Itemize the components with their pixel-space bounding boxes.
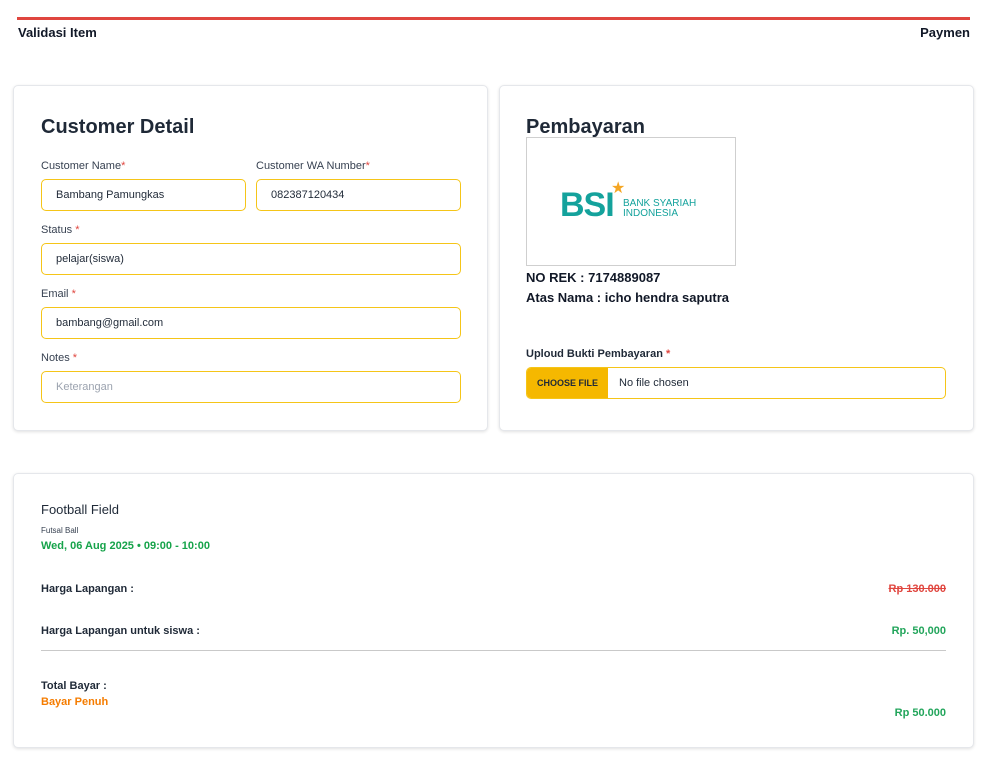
customer-name-input[interactable]: Bambang Pamungkas [41,179,246,211]
notes-input[interactable]: Keterangan [41,371,461,403]
field-name: Football Field [41,502,120,517]
customer-detail-card: Customer Detail Customer Name* Bambang P… [13,85,488,431]
email-label: Email * [41,288,76,300]
customer-name-label: Customer Name* [41,160,126,172]
total-bayar-value: Rp 50.000 [894,707,946,719]
harga-siswa-value: Rp. 50,000 [891,625,946,637]
file-status-text: No file chosen [619,377,689,389]
status-input[interactable]: pelajar(siswa) [41,243,461,275]
summary-divider [41,650,946,651]
account-holder: Atas Nama : icho hendra saputra [526,290,729,305]
notes-label: Notes * [41,352,78,364]
customer-detail-title: Customer Detail [41,116,195,138]
step-validasi-item: Validasi Item [18,25,97,40]
payment-title: Pembayaran [526,116,645,138]
customer-wa-label: Customer WA Number* [256,160,370,172]
choose-file-button[interactable]: CHOOSE FILE [527,368,608,398]
customer-wa-input[interactable]: 082387120434 [256,179,461,211]
step-payment: Paymen [920,25,970,40]
total-bayar-label: Total Bayar : [41,680,107,692]
booking-summary-card: Football Field Futsal Ball Wed, 06 Aug 2… [13,473,974,748]
payment-type: Bayar Penuh [41,696,109,708]
bsi-logo: BSI ★ BANK SYARIAH INDONESIA [560,180,697,224]
harga-siswa-label: Harga Lapangan untuk siswa : [41,625,200,637]
upload-file-input[interactable]: CHOOSE FILE No file chosen [526,367,946,399]
harga-lapangan-label: Harga Lapangan : [41,583,134,595]
booking-datetime: Wed, 06 Aug 2025 • 09:00 - 10:00 [41,540,210,552]
payment-card: Pembayaran BSI ★ BANK SYARIAH INDONESIA N… [499,85,974,431]
harga-lapangan-value: Rp 130.000 [888,583,946,595]
progress-line [17,17,970,20]
status-label: Status * [41,224,80,236]
bank-logo-image: BSI ★ BANK SYARIAH INDONESIA [526,137,736,266]
account-number: NO REK : 7174889087 [526,270,661,285]
star-icon: ★ [611,180,626,197]
upload-label: Uploud Bukti Pembayaran * [526,348,671,360]
field-type: Futsal Ball [41,526,79,535]
email-input[interactable]: bambang@gmail.com [41,307,461,339]
